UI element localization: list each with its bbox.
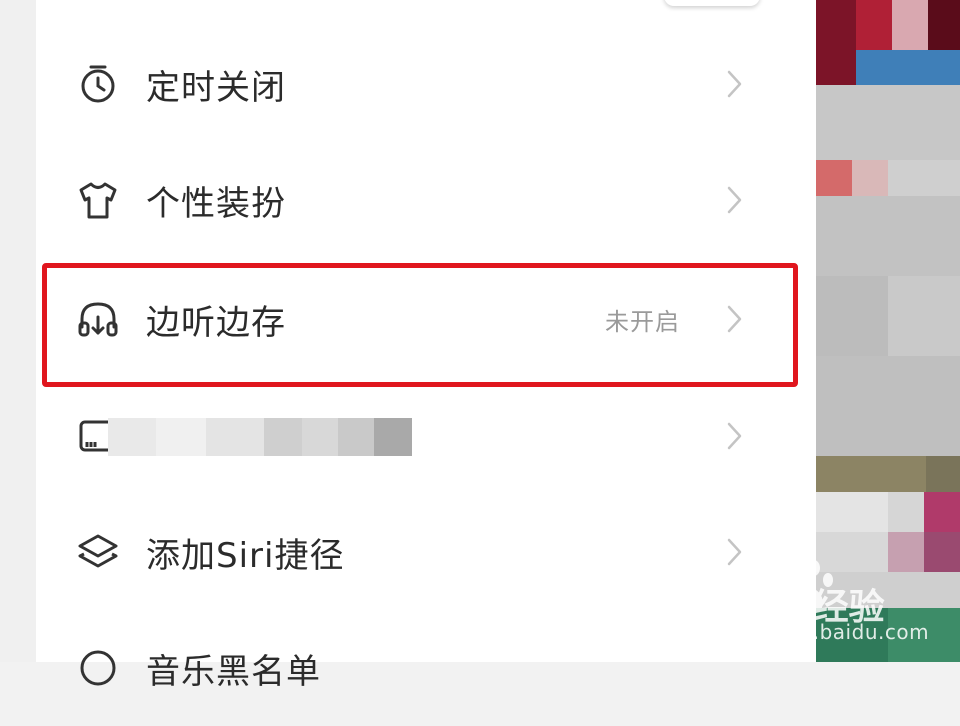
chevron-right-icon (724, 185, 744, 215)
tshirt-icon (76, 178, 120, 222)
menu-item-add-siri-shortcut[interactable]: 添加Siri捷径 (36, 494, 816, 610)
timer-icon (76, 62, 120, 106)
menu-item-label: 定时关闭 (146, 67, 286, 108)
menu-item-music-blacklist[interactable]: 音乐黑名单 (36, 610, 816, 726)
blurred-content (108, 418, 412, 456)
menu-item-label: 音乐黑名单 (146, 651, 321, 692)
watermark-url: jingyan.baidu.com (736, 620, 930, 644)
watermark: Bai 经验 jingyan.baidu.com (736, 560, 956, 650)
chevron-right-icon (724, 69, 744, 99)
menu-item-sleep-timer[interactable]: 定时关闭 (36, 26, 816, 142)
background-strip (0, 0, 36, 662)
chevron-right-icon (724, 421, 744, 451)
highlight-box (42, 263, 798, 387)
blocked-icon (76, 646, 120, 690)
layers-icon (76, 530, 120, 574)
menu-item-label: 个性装扮 (146, 183, 286, 224)
menu-item-label: 添加Siri捷径 (146, 535, 345, 576)
top-toggle-handle[interactable] (664, 0, 760, 6)
menu-item-theme[interactable]: 个性装扮 (36, 142, 816, 258)
